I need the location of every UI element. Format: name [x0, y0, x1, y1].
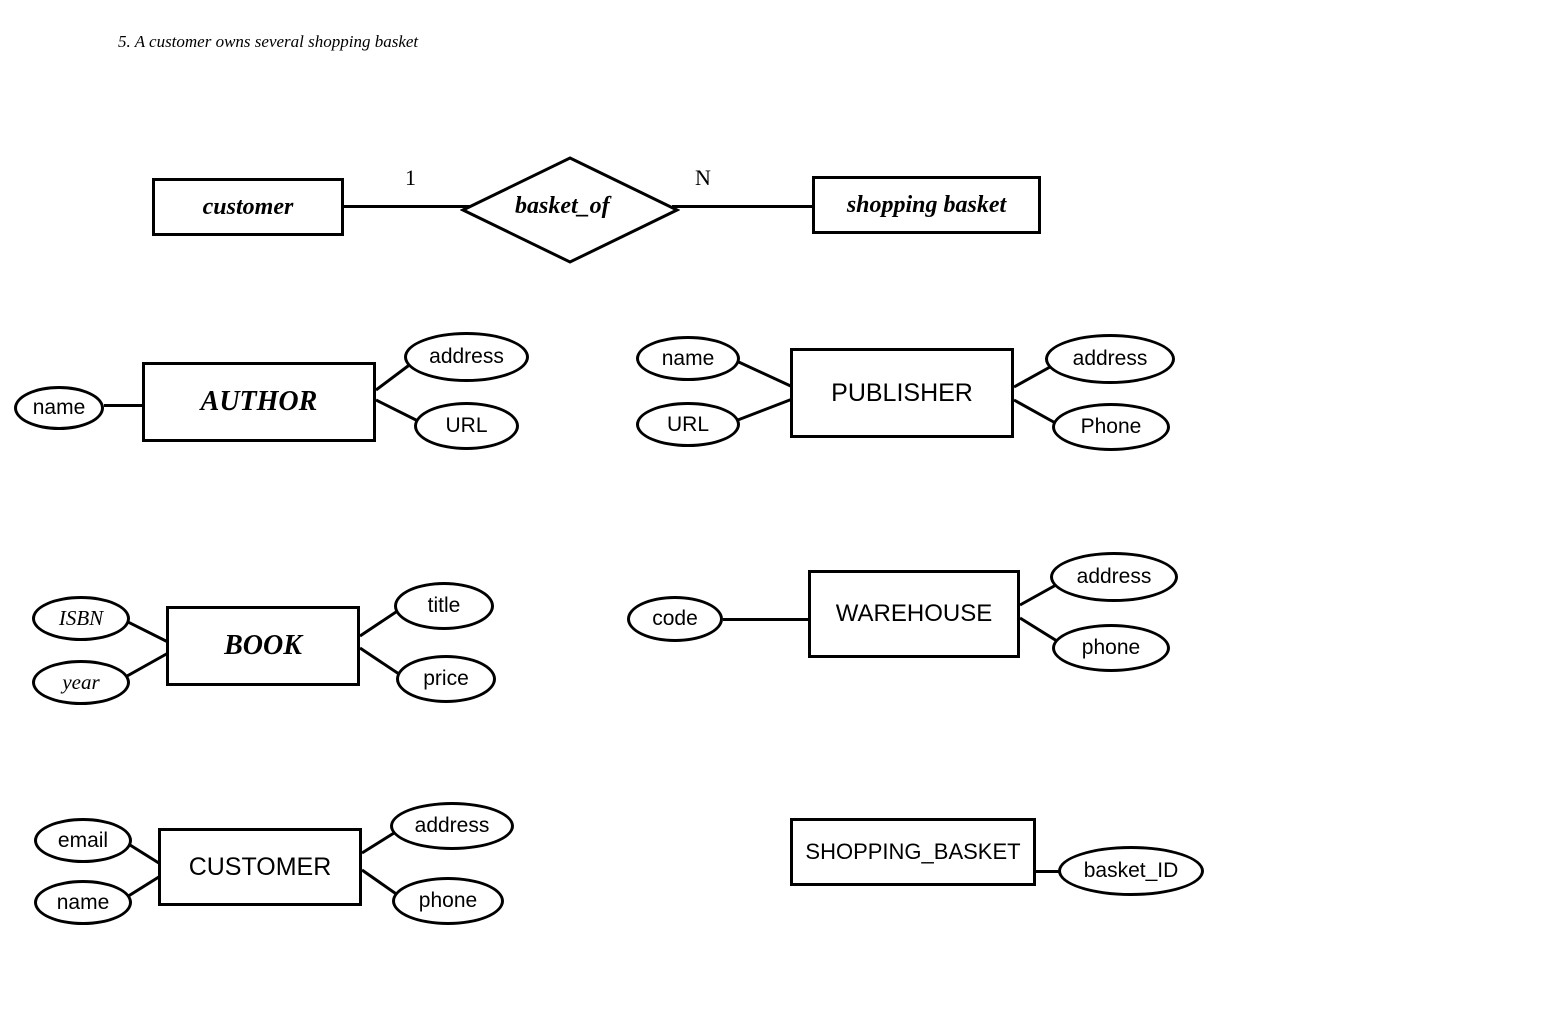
entity-author: AUTHOR — [142, 362, 376, 442]
entity-shopping-basket-top: shopping basket — [812, 176, 1041, 234]
attr-warehouse-code: code — [627, 596, 723, 642]
relationship-label: basket_of — [515, 193, 610, 220]
attr-publisher-url: URL — [636, 402, 740, 447]
connector-line — [723, 618, 808, 621]
diagram-caption: 5. A customer owns several shopping bask… — [118, 32, 418, 52]
cardinality-one: 1 — [405, 165, 416, 191]
entity-publisher: PUBLISHER — [790, 348, 1014, 438]
entity-warehouse: WAREHOUSE — [808, 570, 1020, 658]
attr-author-address: address — [404, 332, 529, 382]
entity-shopping-basket: SHOPPING_BASKET — [790, 818, 1036, 886]
attr-book-title: title — [394, 582, 494, 630]
entity-customer: CUSTOMER — [158, 828, 362, 906]
entity-book: BOOK — [166, 606, 360, 686]
connector-line — [672, 205, 817, 208]
attr-author-name: name — [14, 386, 104, 430]
attr-publisher-phone: Phone — [1052, 403, 1170, 451]
entity-customer-top: customer — [152, 178, 344, 236]
attr-warehouse-address: address — [1050, 552, 1178, 602]
attr-publisher-name: name — [636, 336, 740, 381]
attr-book-price: price — [396, 655, 496, 703]
attr-book-year: year — [32, 660, 130, 705]
attr-book-isbn: ISBN — [32, 596, 130, 641]
attr-customer-address: address — [390, 802, 514, 850]
attr-customer-phone: phone — [392, 877, 504, 925]
attr-shopping-basket-id: basket_ID — [1058, 846, 1204, 896]
connector-line — [104, 404, 144, 407]
attr-author-url: URL — [414, 402, 519, 450]
cardinality-n: N — [695, 165, 711, 191]
attr-publisher-address: address — [1045, 334, 1175, 384]
attr-warehouse-phone: phone — [1052, 624, 1170, 672]
attr-customer-email: email — [34, 818, 132, 863]
connector-line — [730, 358, 795, 393]
attr-customer-name: name — [34, 880, 132, 925]
